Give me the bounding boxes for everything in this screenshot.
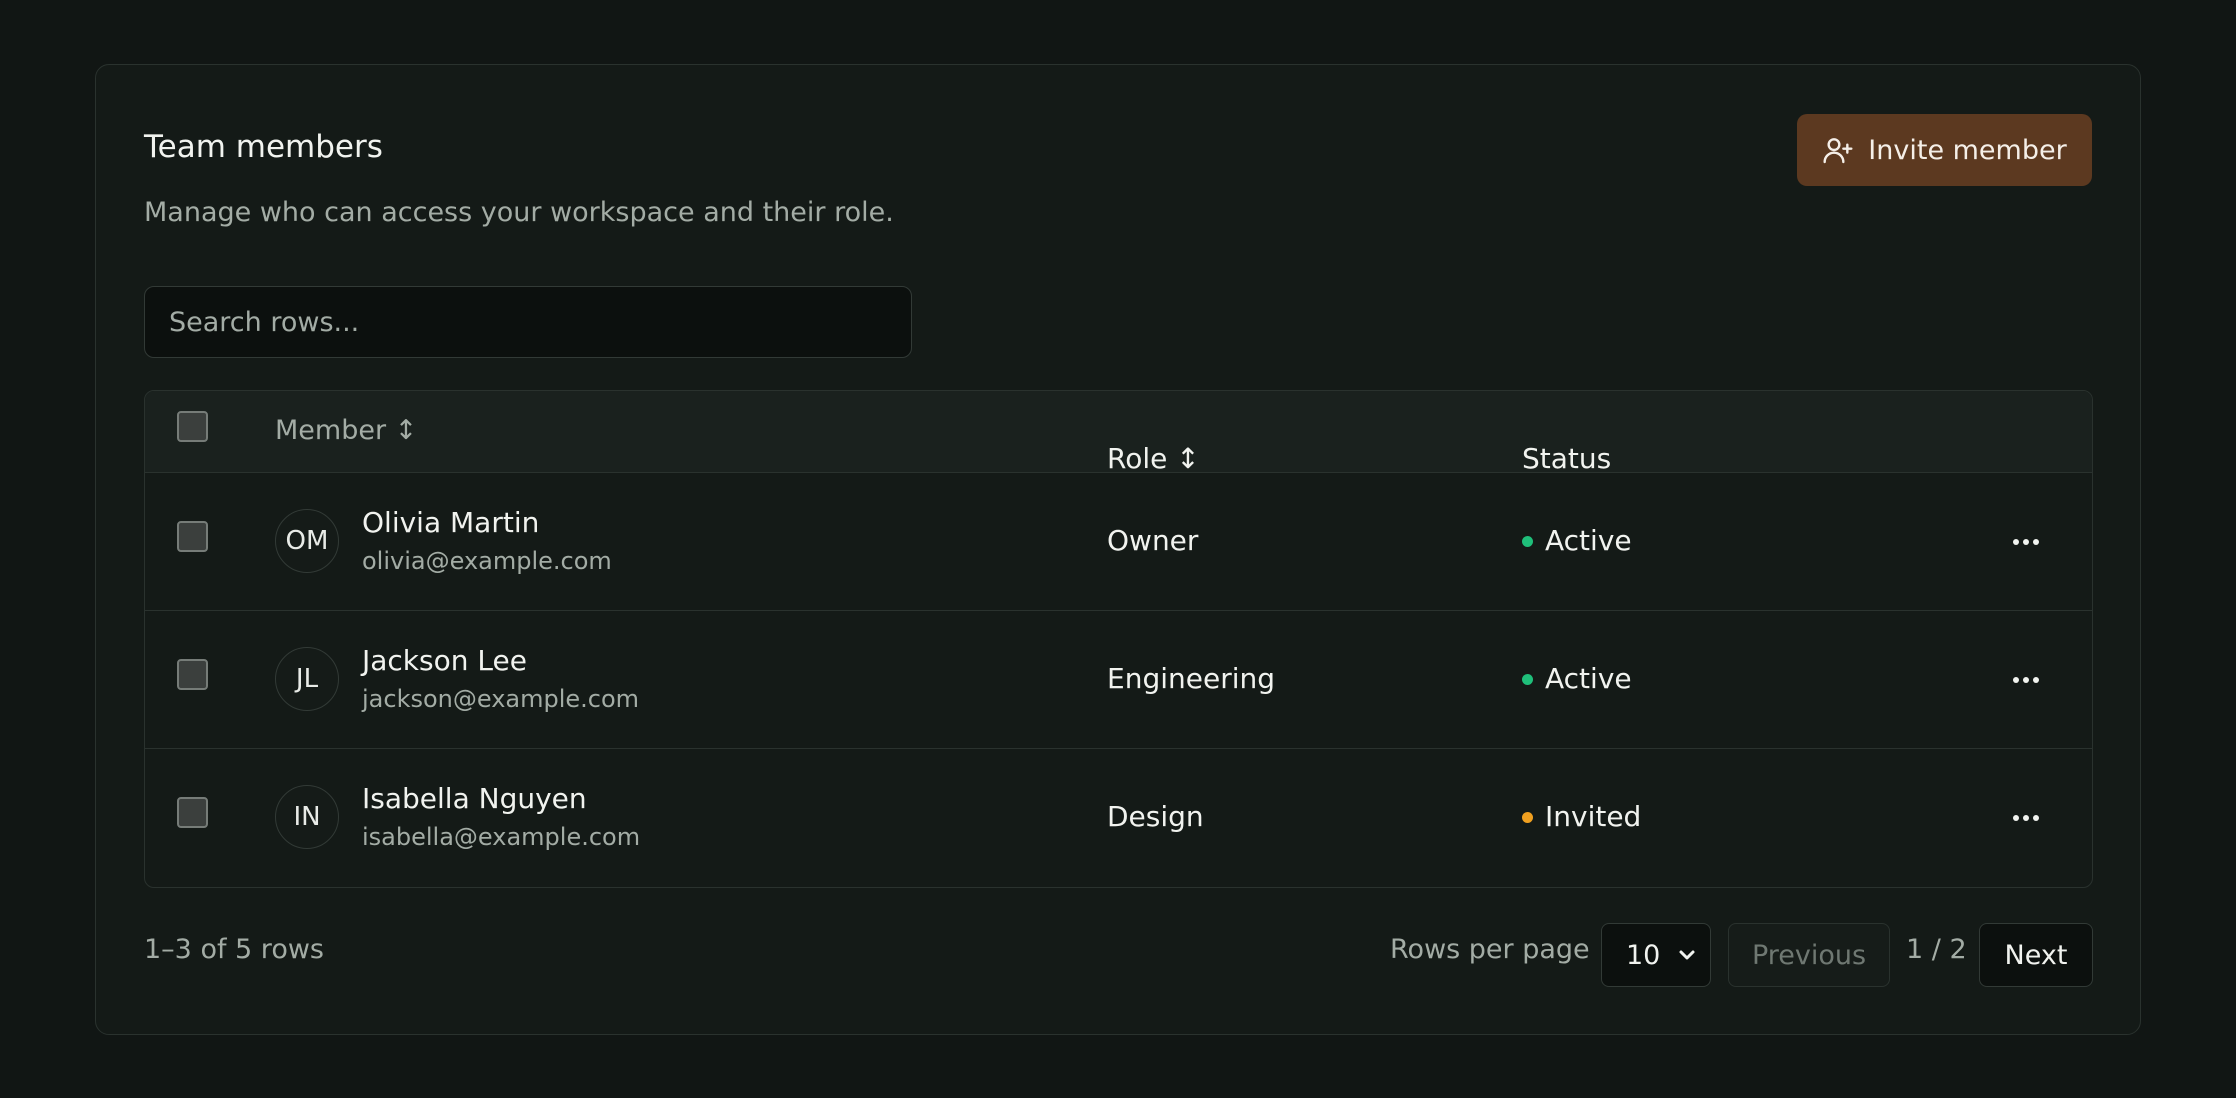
status-dot (1522, 811, 1533, 823)
page-subtitle: Manage who can access your workspace and… (144, 197, 894, 228)
status-label: Active (1545, 524, 1632, 557)
rows-per-page-select[interactable]: 10 (1601, 923, 1711, 987)
status-badge: Active (1522, 611, 1632, 747)
row-actions-button[interactable] (2006, 660, 2046, 700)
row-checkbox[interactable] (177, 797, 208, 828)
member-name: Isabella Nguyen (362, 782, 587, 815)
avatar: IN (275, 785, 339, 849)
select-all-checkbox[interactable] (177, 411, 208, 442)
row-checkbox[interactable] (177, 659, 208, 690)
rows-per-page-label: Rows per page (1390, 934, 1590, 965)
status-dot (1522, 673, 1533, 685)
member-name: Olivia Martin (362, 506, 540, 539)
user-plus-icon (1823, 138, 1853, 164)
member-email: olivia@example.com (362, 547, 612, 575)
member-role: Engineering (1107, 662, 1275, 695)
previous-page-button[interactable]: Previous (1728, 923, 1890, 987)
row-count: 1–3 of 5 rows (144, 934, 324, 965)
next-page-button[interactable]: Next (1979, 923, 2093, 987)
status-label: Invited (1545, 800, 1642, 833)
row-checkbox[interactable] (177, 521, 208, 552)
page-indicator: 1 / 2 (1906, 934, 1967, 965)
chevron-down-icon (1679, 950, 1695, 960)
member-email: jackson@example.com (362, 685, 640, 713)
rows-per-page-value: 10 (1626, 939, 1661, 971)
row-actions-button[interactable] (2006, 798, 2046, 838)
status-label: Active (1545, 662, 1632, 695)
member-name: Jackson Lee (362, 644, 527, 677)
avatar: OM (275, 509, 339, 573)
more-horizontal-icon (2013, 539, 2039, 545)
member-column-header[interactable]: Member ↕ (275, 391, 417, 471)
member-role: Owner (1107, 524, 1199, 557)
more-horizontal-icon (2013, 815, 2039, 821)
avatar: JL (275, 647, 339, 711)
table-row: JL Jackson Lee jackson@example.com Engin… (145, 611, 2092, 749)
table-row: OM Olivia Martin olivia@example.com Owne… (145, 473, 2092, 611)
table-header: Member ↕ Role ↕ Status (145, 391, 2092, 475)
table-row: IN Isabella Nguyen isabella@example.com … (145, 749, 2092, 887)
more-horizontal-icon (2013, 677, 2039, 683)
invite-member-label: Invite member (1868, 134, 2067, 166)
page-title: Team members (144, 129, 383, 165)
row-actions-button[interactable] (2006, 522, 2046, 562)
team-members-card: Team members Manage who can access your … (95, 64, 2141, 1035)
members-table: Member ↕ Role ↕ Status OM Olivia Martin … (144, 390, 2093, 888)
status-dot (1522, 535, 1533, 547)
member-role: Design (1107, 800, 1204, 833)
status-badge: Invited (1522, 749, 1641, 885)
member-email: isabella@example.com (362, 823, 641, 851)
invite-member-button[interactable]: Invite member (1797, 114, 2092, 186)
search-input[interactable] (144, 286, 912, 358)
status-badge: Active (1522, 473, 1632, 609)
